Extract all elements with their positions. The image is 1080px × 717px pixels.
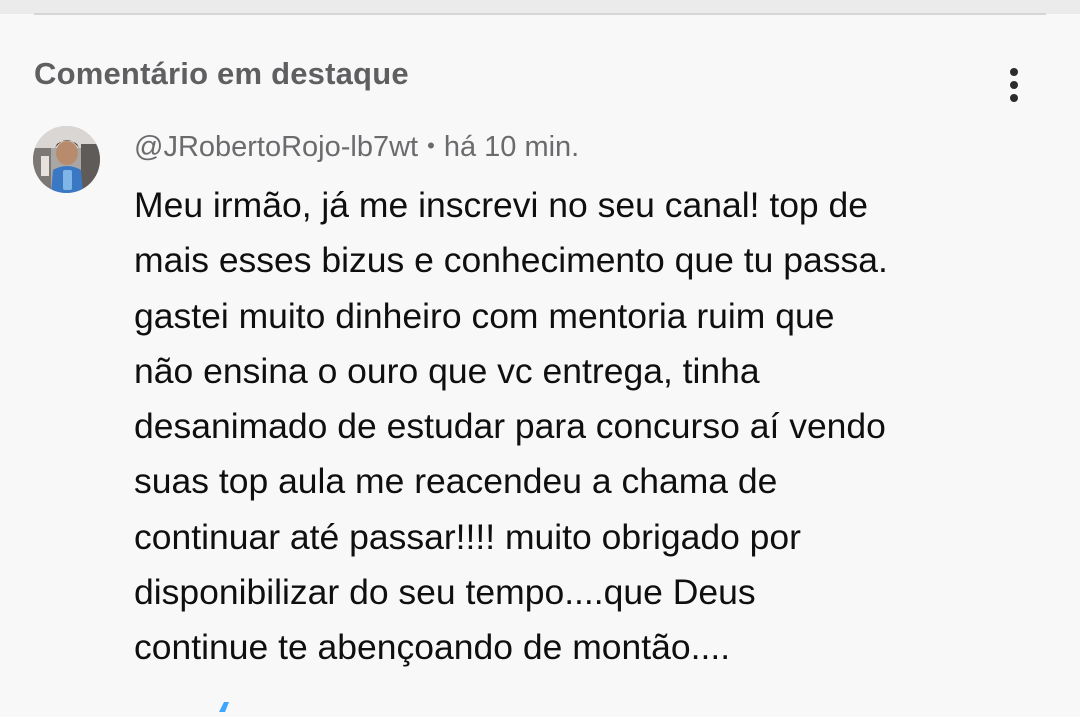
comment-line: mais esses bizus e conhecimento que tu p… (134, 240, 888, 281)
comment-line: suas top aula me reacendeu a chama de (134, 461, 778, 502)
more-options-icon (1010, 68, 1018, 76)
more-options-button[interactable] (994, 64, 1034, 106)
meta-separator: • (427, 133, 435, 158)
comment-timestamp: há 10 min. (443, 131, 580, 163)
comment-line: continue te abençoando de montão.... (134, 627, 731, 668)
comment-line: gastei muito dinheiro com mentoria ruim … (134, 295, 835, 336)
section-divider (34, 13, 1046, 15)
user-avatar-icon (33, 126, 100, 193)
comment-line: não ensina o ouro que vc entrega, tinha (134, 350, 760, 391)
more-options-icon-dot (1010, 81, 1018, 89)
comment-text: Meu irmão, já me inscrevi no seu canal! … (134, 178, 1034, 676)
top-strip (0, 0, 1080, 14)
section-title: Comentário em destaque (34, 56, 409, 91)
comment-line: desanimado de estudar para concurso aí v… (134, 406, 886, 447)
comment-line: Meu irmão, já me inscrevi no seu canal! … (134, 185, 869, 225)
avatar[interactable] (33, 126, 100, 193)
comment-line: continuar até passar!!!! muito obrigado … (134, 516, 801, 557)
comment-line: disponibilizar do seu tempo....que Deus (134, 572, 756, 613)
comment-meta: @JRobertoRojo-lb7wt • há 10 min. (134, 131, 579, 164)
author-handle[interactable]: @JRobertoRojo-lb7wt (134, 131, 418, 163)
more-options-icon-dot (1010, 94, 1018, 102)
